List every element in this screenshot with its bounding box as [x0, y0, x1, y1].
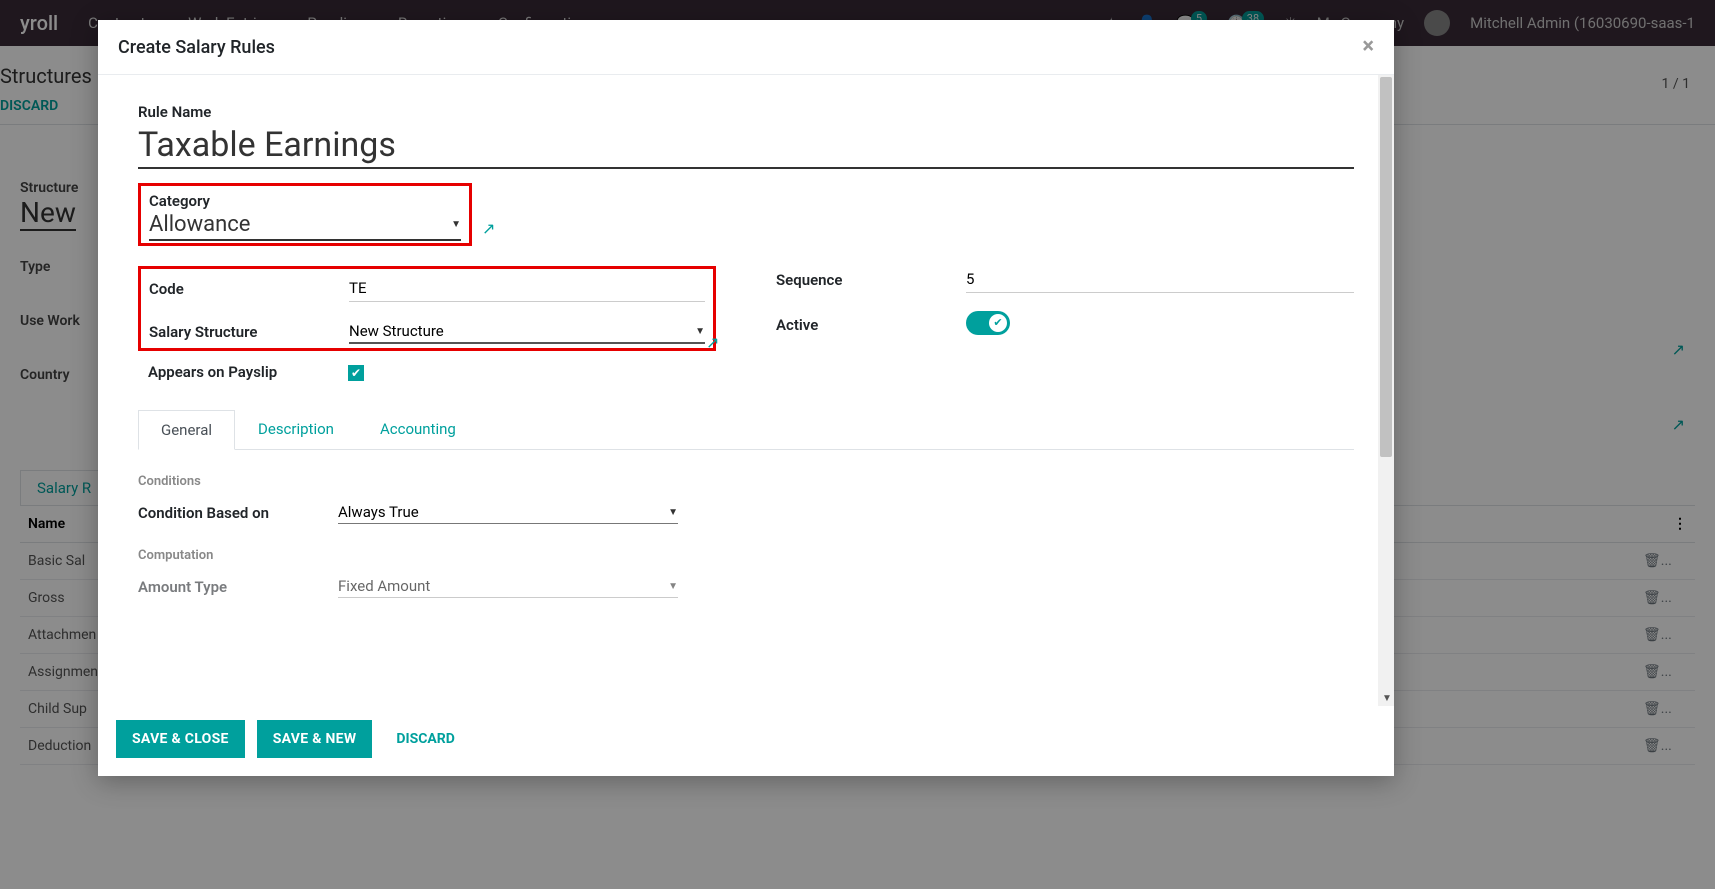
discard-button[interactable]: DISCARD: [384, 720, 466, 758]
code-label: Code: [149, 280, 349, 298]
chevron-down-icon: ▼: [668, 581, 678, 592]
category-label: Category: [149, 192, 461, 210]
detail-tabs: General Description Accounting: [138, 409, 1354, 450]
external-link-icon[interactable]: ↗: [482, 219, 495, 238]
chevron-down-icon: ▼: [668, 507, 678, 518]
modal-header: Create Salary Rules ×: [98, 20, 1394, 75]
tab-description[interactable]: Description: [235, 409, 357, 449]
modal-title: Create Salary Rules: [118, 37, 275, 58]
amount-type-value: Fixed Amount: [338, 577, 430, 595]
active-toggle[interactable]: [966, 311, 1010, 335]
conditions-section-title: Conditions: [138, 474, 1354, 489]
appears-on-payslip-checkbox[interactable]: ✔: [348, 365, 364, 381]
chevron-down-icon: ▼: [695, 326, 705, 337]
amount-type-label: Amount Type: [138, 578, 338, 596]
tab-accounting[interactable]: Accounting: [357, 409, 479, 449]
save-close-button[interactable]: SAVE & CLOSE: [116, 720, 245, 758]
appears-on-payslip-label: Appears on Payslip: [148, 363, 348, 381]
salary-structure-label: Salary Structure: [149, 323, 349, 341]
sequence-input[interactable]: [966, 266, 1354, 293]
code-input[interactable]: [349, 275, 705, 302]
amount-type-select[interactable]: Fixed Amount ▼: [338, 575, 678, 598]
condition-based-label: Condition Based on: [138, 504, 338, 522]
rule-name-label: Rule Name: [138, 103, 1354, 121]
salary-structure-select[interactable]: New Structure ▼: [349, 320, 705, 344]
computation-section-title: Computation: [138, 548, 1354, 563]
condition-based-value: Always True: [338, 503, 419, 521]
rule-name-input[interactable]: [138, 121, 1354, 169]
category-select[interactable]: Allowance ▼: [149, 210, 461, 241]
modal-footer: SAVE & CLOSE SAVE & NEW DISCARD: [98, 706, 1394, 776]
tab-general[interactable]: General: [138, 410, 235, 450]
category-value: Allowance: [149, 212, 250, 237]
close-icon[interactable]: ×: [1362, 36, 1374, 58]
code-structure-highlight-box: Code Salary Structure New Structure ▼: [138, 266, 716, 351]
active-label: Active: [776, 316, 966, 334]
create-salary-rules-modal: Create Salary Rules × ▲ ▼ Rule Name Cate…: [98, 20, 1394, 776]
salary-structure-value: New Structure: [349, 322, 444, 340]
scrollbar[interactable]: ▲ ▼: [1378, 75, 1394, 706]
external-link-icon[interactable]: ↗: [706, 333, 719, 352]
chevron-down-icon: ▼: [451, 219, 461, 230]
modal-body: ▲ ▼ Rule Name Category Allowance ▼ ↗: [98, 75, 1394, 706]
sequence-label: Sequence: [776, 271, 966, 289]
condition-based-select[interactable]: Always True ▼: [338, 501, 678, 524]
save-new-button[interactable]: SAVE & NEW: [257, 720, 373, 758]
scrollbar-thumb[interactable]: [1380, 77, 1392, 457]
category-highlight-box: Category Allowance ▼: [138, 183, 472, 246]
scroll-down-icon[interactable]: ▼: [1382, 693, 1392, 704]
